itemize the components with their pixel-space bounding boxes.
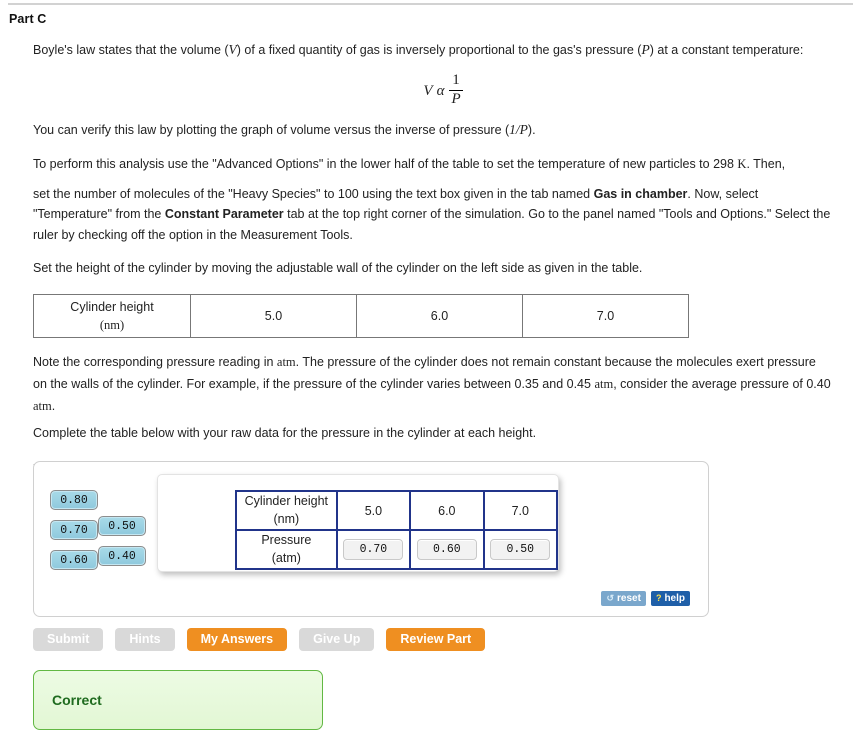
drag-label-0[interactable]: 0.80 [50, 490, 98, 510]
unit-atm-2: atm [594, 376, 614, 391]
dropped-label-1[interactable]: 0.70 [343, 539, 404, 560]
verify-fraction: 1/P [509, 122, 528, 138]
verify-instruction: You can verify this law by plotting the … [33, 118, 833, 142]
pressure-note: Note the corresponding pressure reading … [33, 352, 833, 418]
statement-text-a: Boyle's law states that the volume ( [33, 43, 229, 57]
statement-text-c: ) at a constant temperature: [649, 43, 804, 57]
tab-name-gas-in-chamber: Gas in chamber [593, 187, 688, 202]
dropped-label-2[interactable]: 0.60 [416, 539, 477, 560]
boyles-law-statement: Boyle's law states that the volume (V) o… [33, 38, 833, 62]
reset-button[interactable]: ↺ reset [601, 591, 646, 606]
reference-row-label: Cylinder height (nm) [33, 293, 191, 338]
drop-target-pressure-2[interactable]: 0.60 [409, 529, 485, 570]
drag-label-3[interactable]: 0.40 [98, 546, 146, 566]
drag-label-1[interactable]: 0.50 [98, 516, 146, 536]
formula-denominator: P [449, 89, 463, 107]
drag-label-4[interactable]: 0.60 [50, 550, 98, 570]
note-text-a: Note the corresponding pressure reading … [33, 354, 277, 369]
reference-cell-height-1: 5.0 [190, 293, 357, 338]
boyles-law-formula: Vα1P [33, 71, 833, 109]
note-text-d: . [51, 398, 56, 413]
hints-button[interactable]: Hints [115, 628, 175, 651]
statement-text-b: ) of a fixed quantity of gas is inversel… [236, 43, 642, 57]
table-row: Cylinder height (nm) 5.0 6.0 7.0 [235, 490, 559, 531]
formula-variable: V [423, 82, 433, 99]
setup-text-b: . Then, [746, 157, 786, 172]
setup-instruction-3: Set the height of the cylinder by moving… [33, 260, 643, 275]
reset-button-label: reset [617, 593, 641, 604]
my-answers-button[interactable]: My Answers [186, 628, 288, 651]
answer-cell-height-1: 5.0 [335, 490, 412, 531]
status-badge: Correct [52, 692, 102, 708]
reset-icon: ↺ [606, 593, 615, 603]
feedback-panel: Correct [33, 670, 323, 730]
answer-cell-height-2: 6.0 [409, 490, 485, 531]
setup-instruction-1: To perform this analysis use the "Advanc… [33, 154, 833, 176]
dropped-label-3[interactable]: 0.50 [490, 539, 551, 560]
action-button-bar: Submit Hints My Answers Give Up Review P… [33, 628, 486, 651]
reference-label-line1: Cylinder height [70, 299, 154, 314]
formula-fraction: 1P [449, 71, 463, 108]
reference-label-line2: (nm) [99, 317, 125, 332]
answer-row-label-height: Cylinder height (nm) [235, 490, 338, 531]
drag-label-bank: 0.80 0.50 0.70 0.40 0.60 [50, 490, 170, 580]
unit-atm-1: atm [276, 354, 296, 369]
table-row: Cylinder height (nm) 5.0 6.0 7.0 [33, 293, 689, 338]
reference-table: Cylinder height (nm) 5.0 6.0 7.0 [33, 293, 689, 338]
symbol-volume: V [228, 42, 237, 57]
unit-atm-3: atm [33, 398, 52, 413]
help-button-label: help [664, 593, 685, 604]
answer-pressure-label-line1: Pressure [261, 533, 312, 547]
setup-instruction-2: set the number of molecules of the "Heav… [33, 184, 833, 245]
answer-height-label-line1: Cylinder height [244, 494, 329, 508]
answer-table: Cylinder height (nm) 5.0 6.0 7.0 Pressur… [235, 490, 559, 570]
question-mark-icon: ? [655, 593, 662, 603]
reference-cell-height-2: 6.0 [356, 293, 523, 338]
help-button[interactable]: ? help [650, 591, 690, 606]
answer-panel: 0.80 0.50 0.70 0.40 0.60 Cylinder height… [33, 461, 709, 617]
top-divider [8, 3, 853, 5]
formula-numerator: 1 [452, 71, 460, 88]
answer-row-label-pressure: Pressure (atm) [235, 529, 338, 570]
drop-target-pressure-3[interactable]: 0.50 [482, 529, 559, 570]
review-part-button[interactable]: Review Part [386, 628, 486, 651]
answer-cell-height-3: 7.0 [482, 490, 559, 531]
setup-text-a: To perform this analysis use the "Advanc… [33, 157, 738, 172]
verify-text-a: You can verify this law by plotting the … [33, 123, 510, 138]
tab-name-constant-parameter: Constant Parameter [164, 207, 284, 222]
note-text-c: , consider the average pressure of 0.40 [613, 376, 831, 391]
setup2-text-a: set the number of molecules of the "Heav… [33, 187, 594, 202]
answer-height-label-line2: (nm) [273, 511, 300, 526]
drop-target-pressure-1[interactable]: 0.70 [335, 529, 412, 570]
symbol-pressure: P [641, 42, 650, 57]
submit-button[interactable]: Submit [33, 628, 104, 651]
drop-target-card: Cylinder height (nm) 5.0 6.0 7.0 Pressur… [157, 474, 559, 572]
drag-label-2[interactable]: 0.70 [50, 520, 98, 540]
verify-text-b: ). [527, 123, 536, 138]
reference-cell-height-3: 7.0 [522, 293, 689, 338]
page-title: Part C [9, 12, 47, 26]
formula-proportional-symbol: α [436, 82, 445, 99]
problem-body: Boyle's law states that the volume (V) o… [33, 38, 833, 481]
table-row: Pressure (atm) 0.70 0.60 0.50 [235, 529, 559, 570]
give-up-button[interactable]: Give Up [299, 628, 375, 651]
answer-pressure-label-line2: (atm) [271, 550, 301, 565]
complete-table-instruction: Complete the table below with your raw d… [33, 426, 537, 441]
mini-button-group: ↺ reset ? help [601, 591, 690, 606]
